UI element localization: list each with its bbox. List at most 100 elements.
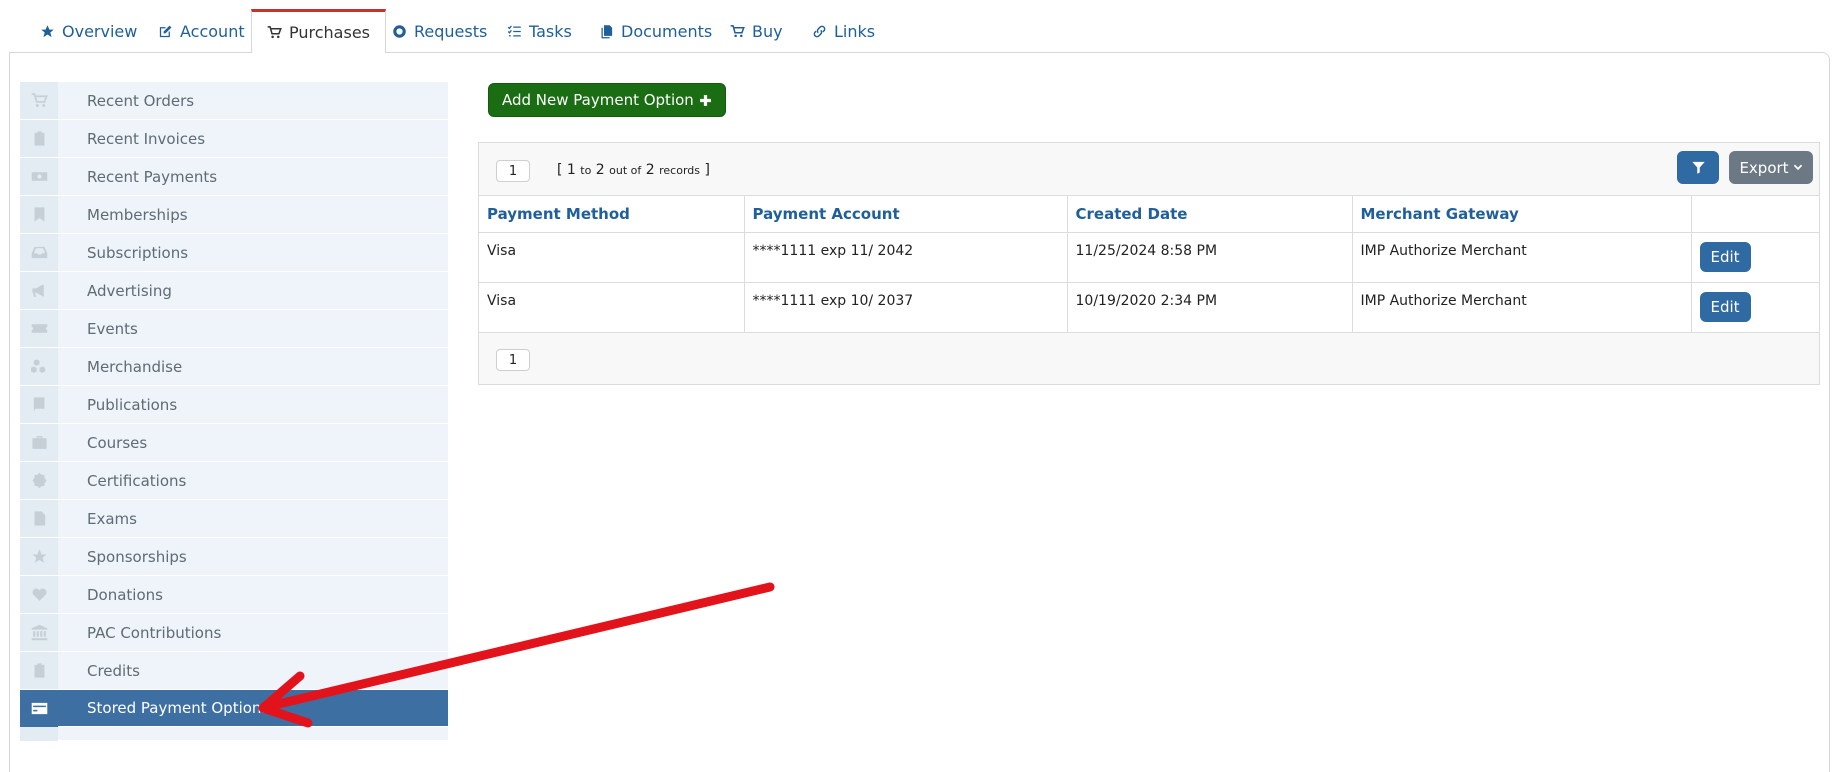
tab-links[interactable]: Links xyxy=(812,10,875,53)
sidebar-item-label: Sponsorships xyxy=(87,547,187,566)
inbox-icon xyxy=(20,234,58,271)
sidebar-item-stored-payment-options[interactable]: Stored Payment Options xyxy=(20,689,448,727)
sidebar-item-subscriptions[interactable]: Subscriptions xyxy=(20,234,448,272)
sidebar-item-label: Donations xyxy=(87,585,163,604)
tab-label: Requests xyxy=(414,22,488,41)
tab-label: Purchases xyxy=(289,23,370,42)
record-count-to-word: to xyxy=(580,164,592,177)
file-icon xyxy=(20,500,58,537)
sidebar-item-label: Merchandise xyxy=(87,357,183,376)
cell-merchant-gateway: IMP Authorize Merchant xyxy=(1351,232,1692,283)
record-count-close: ] xyxy=(704,162,710,178)
sidebar-item-pac-contributions[interactable]: PAC Contributions xyxy=(20,614,448,652)
heart-icon xyxy=(20,576,58,613)
sidebar-item-advertising[interactable]: Advertising xyxy=(20,272,448,310)
filter-icon xyxy=(1691,161,1705,174)
page-number-bottom[interactable]: 1 xyxy=(496,349,530,371)
tasks-icon xyxy=(507,25,521,37)
edit-button[interactable]: Edit xyxy=(1699,292,1751,322)
sidebar-item-label: Subscriptions xyxy=(87,243,189,262)
edit-icon xyxy=(159,25,172,38)
filter-button[interactable] xyxy=(1677,151,1719,184)
sidebar-item-recent-payments[interactable]: Recent Payments xyxy=(20,158,448,196)
clipboard-icon xyxy=(20,120,58,157)
megaphone-icon xyxy=(20,272,58,309)
export-button[interactable]: Export xyxy=(1729,151,1813,184)
sidebar-item-label: Memberships xyxy=(87,205,188,224)
tab-label: Documents xyxy=(621,22,713,41)
cell-actions: Edit xyxy=(1690,282,1819,333)
sidebar-item-partial xyxy=(20,726,448,741)
bookmark-icon xyxy=(20,196,58,233)
cell-created-date: 10/19/2020 2:34 PM xyxy=(1066,282,1353,333)
sidebar-item-courses[interactable]: Courses xyxy=(20,424,448,462)
tab-overview[interactable]: Overview xyxy=(40,10,137,53)
table-row: Visa ****1111 exp 11/ 2042 11/25/2024 8:… xyxy=(479,232,1819,283)
tab-label: Buy xyxy=(752,22,783,41)
table-row: Visa ****1111 exp 10/ 2037 10/19/2020 2:… xyxy=(479,282,1819,333)
column-header-actions xyxy=(1690,195,1819,233)
cell-payment-method: Visa xyxy=(479,282,745,333)
sidebar-item-label: Certifications xyxy=(87,471,187,490)
sidebar-item-label: Advertising xyxy=(87,281,172,300)
bank-icon xyxy=(20,614,58,651)
sidebar-item-exams[interactable]: Exams xyxy=(20,500,448,538)
star-icon xyxy=(20,538,58,575)
link-icon xyxy=(813,25,826,38)
cell-payment-method: Visa xyxy=(479,232,745,283)
payment-options-grid: 1 [ 1 to 2 out of 2 records ] Export Pay… xyxy=(478,142,1820,385)
money-icon xyxy=(20,158,58,195)
edit-button[interactable]: Edit xyxy=(1699,242,1751,272)
page-number-top[interactable]: 1 xyxy=(496,160,530,182)
sidebar-item-label: PAC Contributions xyxy=(87,623,222,642)
lifebuoy-icon xyxy=(393,25,406,38)
tab-buy[interactable]: Buy xyxy=(730,10,783,53)
sidebar-item-publications[interactable]: Publications xyxy=(20,386,448,424)
record-count-to: 2 xyxy=(595,162,605,178)
sidebar-item-icon-slot xyxy=(20,726,58,741)
sidebar-item-certifications[interactable]: Certifications xyxy=(20,462,448,500)
sidebar-item-recent-invoices[interactable]: Recent Invoices xyxy=(20,120,448,158)
sidebar-item-label: Recent Payments xyxy=(87,167,218,186)
tab-account[interactable]: Account xyxy=(158,10,245,53)
sidebar-item-label: Publications xyxy=(87,395,178,414)
cart-icon xyxy=(20,82,58,119)
sidebar-item-credits[interactable]: Credits xyxy=(20,652,448,690)
sidebar-item-label: Credits xyxy=(87,661,140,680)
sidebar-item-events[interactable]: Events xyxy=(20,310,448,348)
cell-created-date: 11/25/2024 8:58 PM xyxy=(1066,232,1353,283)
book-icon xyxy=(20,386,58,423)
purchases-sidebar: Recent Orders Recent Invoices Recent Pay… xyxy=(20,82,448,741)
record-count-open: [ xyxy=(557,162,563,178)
tab-label: Tasks xyxy=(529,22,572,41)
sidebar-item-merchandise[interactable]: Merchandise xyxy=(20,348,448,386)
tab-documents[interactable]: Documents xyxy=(599,10,712,53)
sidebar-item-memberships[interactable]: Memberships xyxy=(20,196,448,234)
tab-purchases[interactable]: Purchases xyxy=(251,9,386,53)
sidebar-item-recent-orders[interactable]: Recent Orders xyxy=(20,82,448,120)
cell-payment-account: ****1111 exp 11/ 2042 xyxy=(743,232,1068,283)
sidebar-item-label: Events xyxy=(87,319,138,338)
record-count-records-word: records xyxy=(659,164,700,177)
documents-icon xyxy=(601,25,613,39)
sidebar-item-label: Courses xyxy=(87,433,148,452)
export-button-label: Export xyxy=(1739,158,1789,177)
column-header-merchant-gateway[interactable]: Merchant Gateway xyxy=(1351,195,1692,233)
column-header-payment-method[interactable]: Payment Method xyxy=(479,195,745,233)
add-button-label: Add New Payment Option xyxy=(502,91,694,109)
cubes-icon xyxy=(20,348,58,385)
tab-requests[interactable]: Requests xyxy=(392,10,487,53)
star-icon xyxy=(41,25,54,38)
column-header-payment-account[interactable]: Payment Account xyxy=(743,195,1068,233)
tab-tasks[interactable]: Tasks xyxy=(507,10,572,53)
cart-icon xyxy=(267,26,282,39)
record-count: [ 1 to 2 out of 2 records ] xyxy=(557,162,710,178)
add-payment-option-button[interactable]: Add New Payment Option xyxy=(488,83,726,117)
sidebar-item-donations[interactable]: Donations xyxy=(20,576,448,614)
payment-options-table: Payment Method Payment Account Created D… xyxy=(479,195,1819,333)
chevron-down-icon xyxy=(1793,164,1802,170)
sidebar-item-sponsorships[interactable]: Sponsorships xyxy=(20,538,448,576)
record-count-outof-word: out of xyxy=(609,164,642,177)
column-header-created-date[interactable]: Created Date xyxy=(1066,195,1353,233)
credit-card-icon xyxy=(20,689,58,727)
